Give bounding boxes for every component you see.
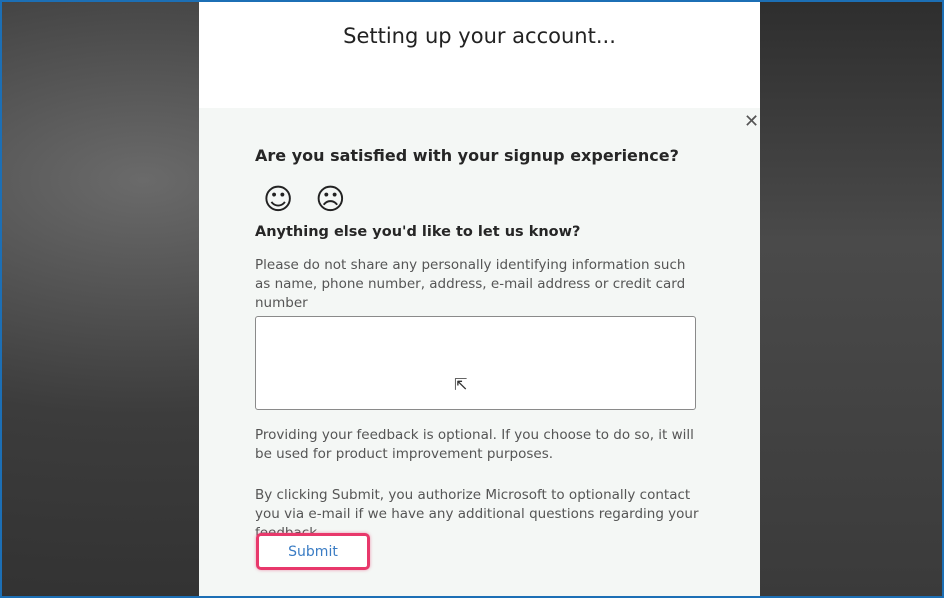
optional-note: Providing your feedback is optional. If … xyxy=(255,427,694,462)
mouse-cursor-icon: ⇱ xyxy=(454,375,468,394)
rating-options: ☺ ☹ xyxy=(263,184,345,214)
satisfaction-question: Are you satisfied with your signup exper… xyxy=(255,146,679,165)
close-icon[interactable]: ✕ xyxy=(744,112,760,132)
comments-question: Anything else you'd like to let us know? xyxy=(255,224,581,240)
smile-icon[interactable]: ☺ xyxy=(263,184,293,214)
background-blur xyxy=(760,2,942,596)
privacy-note: Please do not share any personally ident… xyxy=(255,257,686,311)
panel-header: Setting up your account... xyxy=(199,2,760,108)
window-frame: Setting up your account... ✕ Are you sat… xyxy=(0,0,944,598)
feedback-textarea[interactable] xyxy=(255,316,696,410)
submit-button[interactable]: Submit xyxy=(256,533,370,570)
page-title: Setting up your account... xyxy=(343,24,616,48)
signup-panel: Setting up your account... ✕ Are you sat… xyxy=(199,2,760,596)
frown-icon[interactable]: ☹ xyxy=(315,184,345,214)
